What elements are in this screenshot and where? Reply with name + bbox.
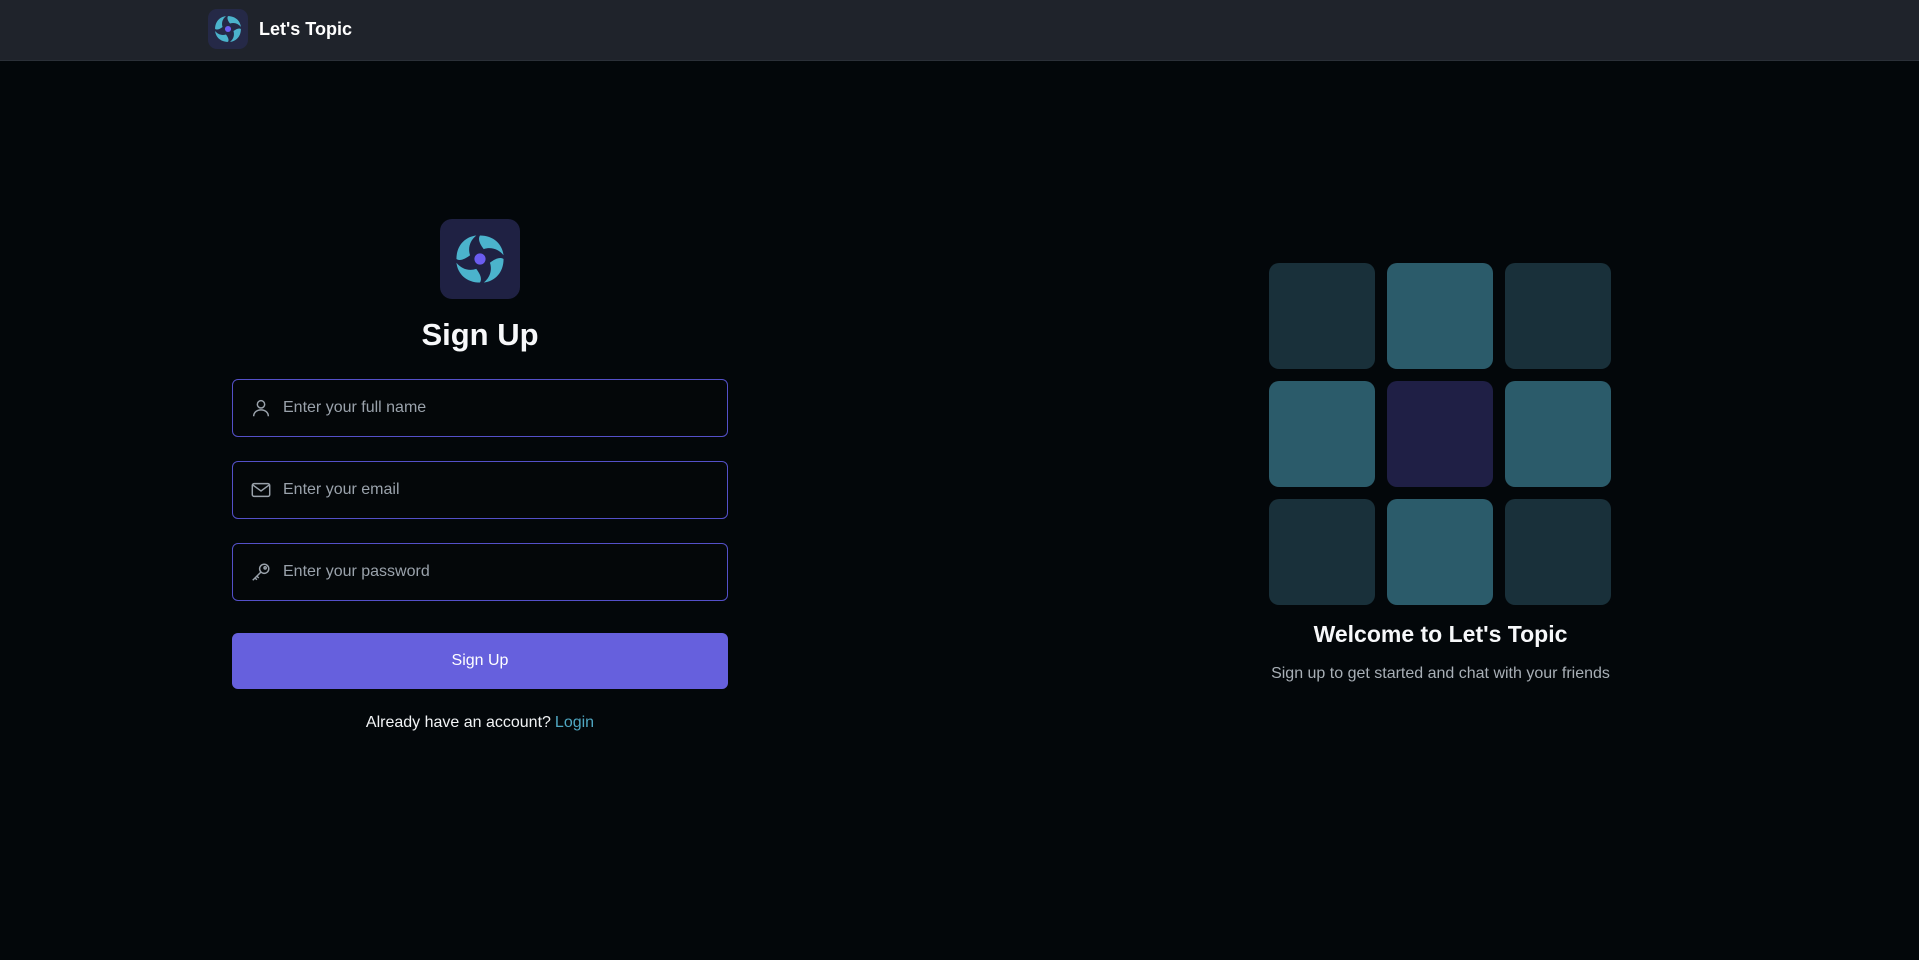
tile-grid xyxy=(1269,263,1612,605)
full-name-input[interactable] xyxy=(273,380,727,436)
swirl-logo-icon xyxy=(208,9,248,49)
welcome-subtitle: Sign up to get started and chat with you… xyxy=(1271,665,1610,682)
grid-tile xyxy=(1505,263,1611,369)
grid-tile xyxy=(1269,381,1375,487)
grid-tile xyxy=(1387,381,1493,487)
grid-tile xyxy=(1269,499,1375,605)
grid-tile xyxy=(1387,263,1493,369)
brand-link[interactable]: Let's Topic xyxy=(208,8,352,50)
login-prompt: Already have an account? Login xyxy=(232,714,728,732)
swirl-logo-icon xyxy=(440,219,520,299)
welcome-panel: Welcome to Let's Topic Sign up to get st… xyxy=(1269,263,1612,683)
key-icon xyxy=(249,560,273,584)
user-icon xyxy=(249,396,273,420)
page-title: Sign Up xyxy=(421,317,539,352)
grid-tile xyxy=(1387,499,1493,605)
email-field[interactable] xyxy=(232,461,728,519)
brand-name: Let's Topic xyxy=(259,18,352,39)
grid-tile xyxy=(1269,263,1375,369)
password-input[interactable] xyxy=(273,544,727,600)
login-link[interactable]: Login xyxy=(555,714,594,731)
grid-tile xyxy=(1505,381,1611,487)
mail-icon xyxy=(249,478,273,502)
grid-tile xyxy=(1505,499,1611,605)
welcome-title: Welcome to Let's Topic xyxy=(1313,621,1568,647)
top-navbar: Let's Topic xyxy=(0,0,1919,61)
password-field[interactable] xyxy=(232,543,728,601)
email-input[interactable] xyxy=(273,462,727,518)
full-name-field[interactable] xyxy=(232,379,728,437)
login-prompt-text: Already have an account? xyxy=(365,714,551,731)
sign-up-button[interactable]: Sign Up xyxy=(232,633,728,689)
